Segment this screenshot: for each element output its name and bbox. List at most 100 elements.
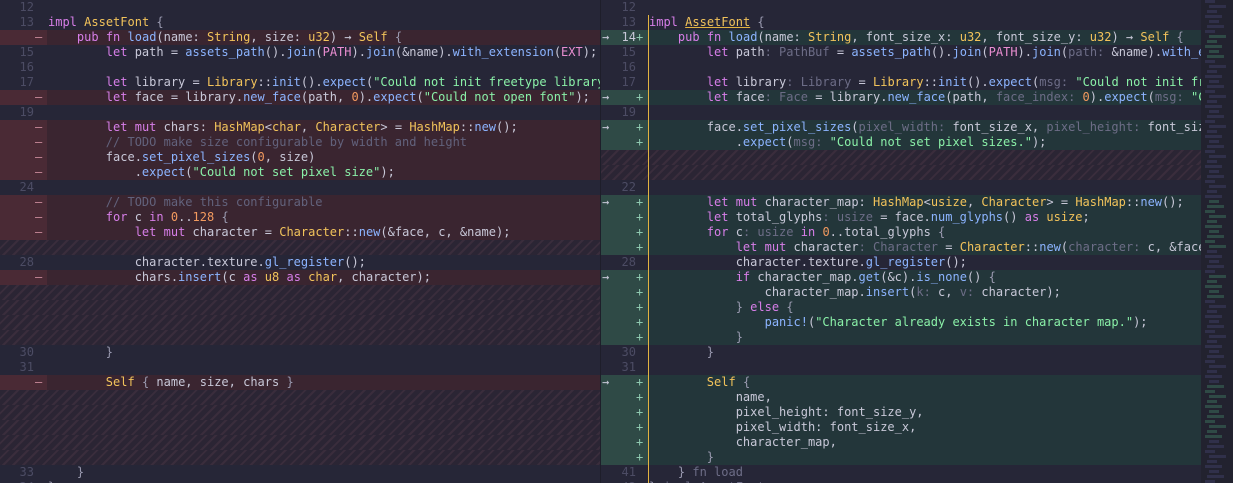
code-line[interactable] (0, 330, 600, 345)
code-line[interactable] (600, 165, 1201, 180)
code-line[interactable]: — // TODO make this configurable (0, 195, 600, 210)
code-line[interactable]: 30 } (0, 345, 600, 360)
line-number: 12 (19, 0, 34, 14)
code-line[interactable]: + } (600, 330, 1201, 345)
code-line[interactable]: — let face = library.new_face(path, 0).e… (0, 90, 600, 105)
code-line[interactable]: + panic!("Character already exists in ch… (600, 315, 1201, 330)
code-line[interactable]: + } else { (600, 300, 1201, 315)
code-line[interactable]: — chars.insert(c as u8 as char, characte… (0, 270, 600, 285)
code-text: let total_glyphs: usize = face.num_glyph… (706, 210, 1090, 224)
code-text: character_map.insert(k: c, v: character)… (649, 285, 1061, 299)
revert-arrow-icon[interactable]: → (602, 375, 616, 390)
code-line[interactable]: → + let face: Face = library.new_face(pat… (600, 90, 1201, 105)
code-line[interactable] (0, 450, 600, 465)
code-line[interactable]: 12 (600, 0, 1201, 15)
code-line[interactable]: → + Self { (600, 375, 1201, 390)
gutter: + (600, 435, 648, 450)
code-line[interactable]: 28 character.texture.gl_register(); (0, 255, 600, 270)
revert-arrow-icon[interactable]: → (602, 195, 616, 210)
code-line[interactable]: 15 let path: PathBuf = assets_path().joi… (600, 45, 1201, 60)
minimap-line (1209, 140, 1219, 143)
code-line[interactable]: + pixel_height: font_size_y, (600, 405, 1201, 420)
code-line[interactable]: → 14 + pub fn load(name: String, font_size… (600, 30, 1201, 45)
code-line[interactable] (600, 150, 1201, 165)
code-line[interactable]: — pub fn load(name: String, size: u32) →… (0, 30, 600, 45)
code-line[interactable]: 30 } (600, 345, 1201, 360)
code-line[interactable]: + let total_glyphs: usize = face.num_gly… (600, 210, 1201, 225)
code-line[interactable] (0, 315, 600, 330)
code-line[interactable]: 33 } (0, 465, 600, 480)
minimap-line (1205, 165, 1222, 168)
code-line[interactable] (0, 420, 600, 435)
gutter: 41 (600, 465, 648, 480)
addition-marker: + (636, 420, 644, 434)
code-line[interactable]: 16 (600, 60, 1201, 75)
code-line[interactable]: — let mut chars: HashMap<char, Character… (0, 120, 600, 135)
revert-arrow-icon[interactable]: → (602, 90, 616, 105)
minimap-line (1205, 285, 1222, 288)
code-line[interactable]: 31 (0, 360, 600, 375)
minimap-line (1209, 155, 1226, 158)
right-pane-modified[interactable]: 12 13 impl AssetFont {→ 14 + pub fn load(nam… (600, 0, 1201, 483)
code-line[interactable]: 19 (600, 105, 1201, 120)
gutter: — (0, 150, 47, 165)
minimap-line (1205, 315, 1222, 318)
minimap-line (1207, 355, 1224, 358)
code-text: for c: usize in 0..total_glyphs { (706, 225, 946, 239)
code-line[interactable]: + let mut character: Character = Charact… (600, 240, 1201, 255)
pane-splitter[interactable] (600, 0, 601, 483)
code-line[interactable]: → + if character_map.get(&c).is_none() { (600, 270, 1201, 285)
code-line[interactable]: 22 (600, 180, 1201, 195)
code-line[interactable]: — .expect("Could not set pixel size"); (0, 165, 600, 180)
code-line[interactable]: 17 let library = Library::init().expect(… (0, 75, 600, 90)
code-line[interactable]: + pixel_width: font_size_x, (600, 420, 1201, 435)
code-line[interactable] (0, 405, 600, 420)
left-pane-original[interactable]: 12 13 impl AssetFont {— pub fn load(name: … (0, 0, 600, 483)
code-line[interactable]: 13 impl AssetFont { (600, 15, 1201, 30)
gutter: 28 (0, 255, 47, 270)
code-line[interactable]: + .expect(msg: "Could not set pixel size… (600, 135, 1201, 150)
minimap[interactable] (1201, 0, 1233, 483)
code-line[interactable]: 12 (0, 0, 600, 15)
code-line[interactable]: 28 character.texture.gl_register(); (600, 255, 1201, 270)
code-line[interactable]: — // TODO make size configurable by widt… (0, 135, 600, 150)
code-line[interactable]: 31 (600, 360, 1201, 375)
code-line[interactable] (0, 435, 600, 450)
gutter: 13 (600, 15, 648, 30)
minimap-line (1207, 295, 1224, 298)
code-line[interactable] (0, 300, 600, 315)
code-line[interactable]: + character_map.insert(k: c, v: characte… (600, 285, 1201, 300)
minimap-line (1209, 455, 1226, 458)
gutter: + (600, 405, 648, 420)
code-line[interactable]: — for c in 0..128 { (0, 210, 600, 225)
code-line[interactable]: 41 } fn load (600, 465, 1201, 480)
code-line[interactable]: 19 (0, 105, 600, 120)
code-line[interactable]: → + let mut character_map: HashMap<usize,… (600, 195, 1201, 210)
code-line[interactable] (0, 390, 600, 405)
code-line[interactable]: — let mut character = Character::new(&fa… (0, 225, 600, 240)
code-line[interactable]: 13 impl AssetFont { (0, 15, 600, 30)
code-line[interactable] (0, 240, 600, 255)
code-line[interactable]: 16 (0, 60, 600, 75)
code-line[interactable]: — face.set_pixel_sizes(0, size) (0, 150, 600, 165)
code-line[interactable]: 17 let library: Library = Library::init(… (600, 75, 1201, 90)
revert-arrow-icon[interactable]: → (602, 120, 616, 135)
code-line[interactable]: + } (600, 450, 1201, 465)
code-line[interactable]: — Self { name, size, chars } (0, 375, 600, 390)
code-line[interactable]: 24 (0, 180, 600, 195)
code-line[interactable]: 15 let path = assets_path().join(PATH).j… (0, 45, 600, 60)
gutter (600, 150, 648, 165)
minimap-line (1205, 0, 1215, 3)
addition-marker: + (636, 135, 644, 149)
code-line[interactable]: + character_map, (600, 435, 1201, 450)
minimap-line (1207, 235, 1224, 238)
addition-marker: + (636, 405, 644, 419)
code-text: } (105, 345, 114, 359)
code-line[interactable]: + name, (600, 390, 1201, 405)
code-line[interactable] (0, 285, 600, 300)
line-number: 13 (19, 15, 34, 29)
minimap-line (1207, 145, 1224, 148)
code-line[interactable]: → + face.set_pixel_sizes(pixel_width: fon… (600, 120, 1201, 135)
code-line[interactable]: + for c: usize in 0..total_glyphs { (600, 225, 1201, 240)
revert-arrow-icon[interactable]: → (602, 270, 616, 285)
